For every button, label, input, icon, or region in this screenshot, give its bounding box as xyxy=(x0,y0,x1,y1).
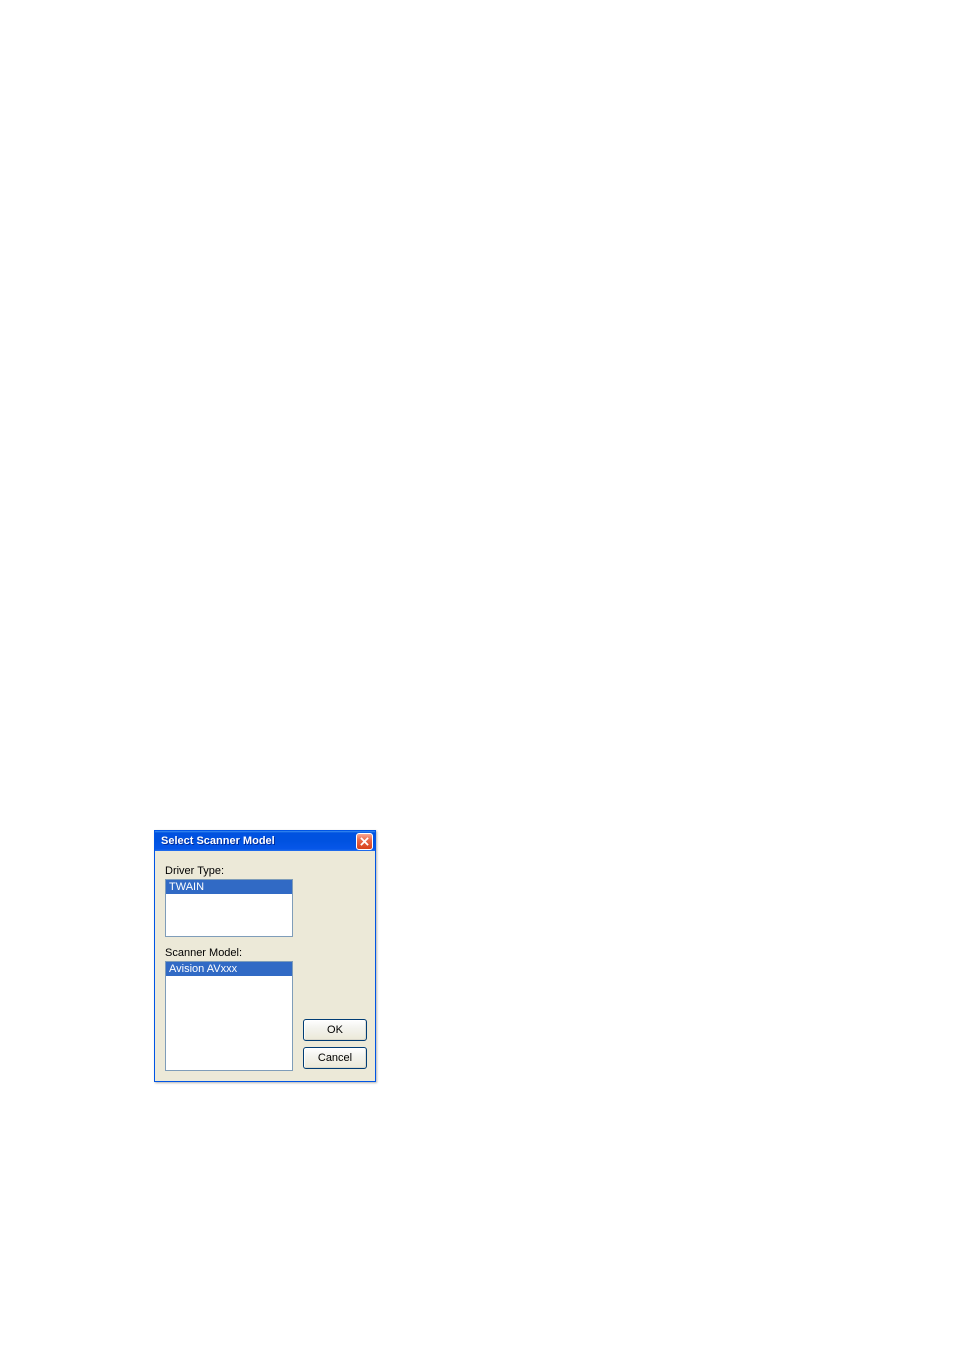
close-icon xyxy=(360,837,369,846)
titlebar[interactable]: Select Scanner Model xyxy=(155,831,375,851)
dialog-body: Driver Type: TWAIN Scanner Model: Avisio… xyxy=(155,851,375,1081)
dialog-title: Select Scanner Model xyxy=(161,835,275,847)
ok-button[interactable]: OK xyxy=(303,1019,367,1041)
select-scanner-dialog: Select Scanner Model Driver Type: TWAIN … xyxy=(154,830,376,1082)
driver-type-listbox[interactable]: TWAIN xyxy=(165,879,293,937)
list-item[interactable]: Avision AVxxx xyxy=(166,962,292,976)
driver-type-label: Driver Type: xyxy=(165,865,365,877)
list-item[interactable]: TWAIN xyxy=(166,880,292,894)
close-button[interactable] xyxy=(356,833,373,850)
scanner-model-label: Scanner Model: xyxy=(165,947,293,959)
scanner-model-listbox[interactable]: Avision AVxxx xyxy=(165,961,293,1071)
cancel-button[interactable]: Cancel xyxy=(303,1047,367,1069)
